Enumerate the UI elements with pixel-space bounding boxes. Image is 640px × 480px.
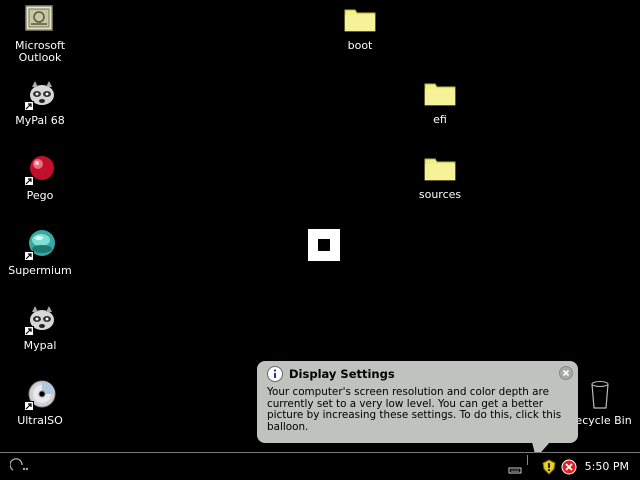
- desktop-icon-supermium[interactable]: Supermium: [2, 229, 78, 277]
- mypal-icon: [24, 79, 56, 111]
- taskbar: 5:50 PM: [0, 452, 640, 480]
- desktop-icon-pego[interactable]: Pego: [2, 154, 78, 202]
- desktop-icon-label: Microsoft Outlook: [14, 39, 66, 64]
- desktop-icon-label: Pego: [26, 189, 54, 202]
- folder-icon: [344, 4, 376, 36]
- desktop-icon-boot[interactable]: boot: [322, 4, 398, 52]
- shortcut-arrow-icon: [24, 176, 34, 186]
- desktop-icon-mypal-68[interactable]: MyPal 68: [2, 79, 78, 127]
- tray-divider: [527, 455, 528, 465]
- network-error-icon[interactable]: [561, 459, 577, 475]
- shortcut-arrow-icon: [24, 101, 34, 111]
- folder-icon: [424, 78, 456, 110]
- balloon-body: Your computer's screen resolution and co…: [267, 386, 562, 433]
- pego-icon: [24, 154, 56, 186]
- shortcut-arrow-icon: [24, 251, 34, 261]
- shortcut-arrow-icon: [24, 326, 34, 336]
- folder-icon: [424, 153, 456, 185]
- desktop: Microsoft Outlook MyPal 68 Pego Supermiu…: [0, 0, 640, 480]
- mypal-icon: [24, 304, 56, 336]
- security-shield-icon[interactable]: [541, 458, 557, 475]
- balloon-title: Display Settings: [289, 367, 395, 381]
- display-settings-balloon[interactable]: Display Settings Your computer's screen …: [257, 361, 578, 443]
- taskbar-clock[interactable]: 5:50 PM: [585, 460, 629, 473]
- cd-icon: [24, 379, 56, 411]
- desktop-icon-label: Supermium: [8, 264, 72, 277]
- recycle-bin-icon: [584, 379, 616, 411]
- system-tray: 5:50 PM: [505, 453, 640, 480]
- desktop-icon-efi[interactable]: efi: [402, 78, 478, 126]
- desktop-icon-microsoft-outlook[interactable]: Microsoft Outlook: [2, 4, 78, 64]
- outlook-icon: [24, 4, 56, 36]
- start-icon: [9, 458, 29, 471]
- desktop-window-thumbnail[interactable]: [308, 229, 340, 261]
- keyboard-icon[interactable]: [507, 459, 523, 475]
- shortcut-arrow-icon: [24, 401, 34, 411]
- balloon-header: Display Settings: [267, 366, 570, 382]
- supermium-icon: [24, 229, 56, 261]
- desktop-icon-label: efi: [433, 113, 447, 126]
- desktop-icon-label: boot: [347, 39, 373, 52]
- desktop-icon-label: MyPal 68: [15, 114, 65, 127]
- desktop-icon-label: Mypal: [23, 339, 57, 352]
- window-glyph: [318, 239, 330, 251]
- start-button[interactable]: [9, 458, 32, 476]
- desktop-icon-sources[interactable]: sources: [402, 153, 478, 201]
- desktop-icon-mypal[interactable]: Mypal: [2, 304, 78, 352]
- info-icon: [267, 366, 283, 382]
- desktop-icon-label: UltraISO: [17, 414, 63, 427]
- balloon-close-button[interactable]: [559, 365, 573, 380]
- close-icon: [559, 366, 573, 380]
- desktop-icon-ultraiso[interactable]: UltraISO: [2, 379, 78, 427]
- desktop-icon-label: sources: [418, 188, 462, 201]
